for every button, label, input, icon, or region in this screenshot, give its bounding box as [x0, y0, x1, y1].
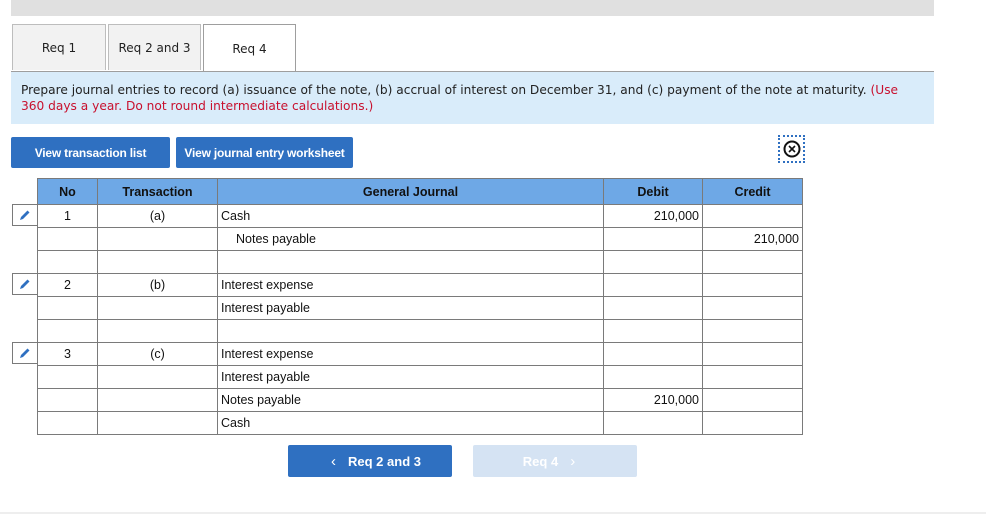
- table-row: [37, 250, 803, 274]
- header-no: No: [37, 178, 98, 205]
- table-row: Cash: [37, 411, 803, 435]
- cell-credit: [702, 365, 803, 389]
- chevron-right-icon: ›: [570, 452, 576, 470]
- table-row: Notes payable 210,000: [37, 227, 803, 251]
- cell-no: [37, 296, 98, 320]
- cell-credit: 210,000: [702, 227, 803, 251]
- cell-account: Cash: [217, 411, 604, 435]
- tab-req-2-and-3[interactable]: Req 2 and 3: [108, 24, 201, 70]
- cell-credit: [702, 273, 803, 297]
- prev-label: Req 2 and 3: [348, 453, 421, 469]
- cell-debit: [603, 273, 703, 297]
- edit-entry-2-button[interactable]: [12, 273, 37, 295]
- top-bar: [11, 0, 934, 16]
- table-row: 2 (b) Interest expense: [37, 273, 803, 297]
- next-label: Req 4: [522, 453, 559, 469]
- cell-account: Notes payable: [217, 388, 604, 412]
- tab-req-1[interactable]: Req 1: [12, 24, 106, 70]
- cell-debit: [603, 411, 703, 435]
- table-row: [37, 319, 803, 343]
- cell-no: [37, 319, 98, 343]
- pencil-icon: [20, 279, 30, 289]
- cell-debit: [603, 227, 703, 251]
- prev-requirement-button[interactable]: ‹ Req 2 and 3: [288, 445, 452, 477]
- cell-account: [217, 319, 604, 343]
- cell-credit: [702, 342, 803, 366]
- tab-req-4[interactable]: Req 4: [203, 24, 296, 72]
- cell-account: Notes payable: [217, 227, 604, 251]
- cell-no: [37, 227, 98, 251]
- cell-credit: [702, 204, 803, 228]
- cell-transaction: [97, 296, 218, 320]
- cell-account: [217, 250, 604, 274]
- table-row: Interest payable: [37, 296, 803, 320]
- pencil-icon: [20, 210, 30, 220]
- journal-table: No Transaction General Journal Debit Cre…: [37, 178, 803, 435]
- cell-account: Cash: [217, 204, 604, 228]
- view-journal-entry-worksheet-button[interactable]: View journal entry worksheet: [176, 137, 353, 168]
- table-header-row: No Transaction General Journal Debit Cre…: [37, 178, 803, 205]
- cell-no: [37, 388, 98, 412]
- view-transaction-list-button[interactable]: View transaction list: [11, 137, 170, 168]
- cell-account: Interest payable: [217, 365, 604, 389]
- cell-debit: 210,000: [603, 204, 703, 228]
- cell-transaction: [97, 365, 218, 389]
- pencil-icon: [20, 348, 30, 358]
- cell-credit: [702, 411, 803, 435]
- edit-entry-3-button[interactable]: [12, 342, 37, 364]
- edit-entry-1-button[interactable]: [12, 204, 37, 226]
- table-row: Notes payable 210,000: [37, 388, 803, 412]
- cell-transaction: [97, 319, 218, 343]
- chevron-left-icon: ‹: [331, 452, 337, 470]
- header-debit: Debit: [603, 178, 703, 205]
- header-transaction: Transaction: [97, 178, 218, 205]
- cell-debit: [603, 250, 703, 274]
- close-button[interactable]: [778, 135, 805, 163]
- cell-no: [37, 365, 98, 389]
- table-row: 3 (c) Interest expense: [37, 342, 803, 366]
- cell-debit: [603, 342, 703, 366]
- table-row: 1 (a) Cash 210,000: [37, 204, 803, 228]
- cell-transaction: [97, 250, 218, 274]
- cell-credit: [702, 319, 803, 343]
- footer-divider: [0, 512, 986, 514]
- next-requirement-button[interactable]: Req 4 ›: [473, 445, 637, 477]
- cell-no: 3: [37, 342, 98, 366]
- table-row: Interest payable: [37, 365, 803, 389]
- cell-transaction: [97, 411, 218, 435]
- cell-debit: [603, 319, 703, 343]
- cell-account: Interest expense: [217, 273, 604, 297]
- header-credit: Credit: [702, 178, 803, 205]
- tab-label: Req 1: [41, 40, 77, 55]
- cell-credit: [702, 388, 803, 412]
- cell-account: Interest payable: [217, 296, 604, 320]
- instructions-panel: Prepare journal entries to record (a) is…: [11, 71, 934, 124]
- cell-transaction: [97, 388, 218, 412]
- cell-transaction: (b): [97, 273, 218, 297]
- header-general-journal: General Journal: [217, 178, 604, 205]
- cell-credit: [702, 250, 803, 274]
- tab-label: Req 2 and 3: [118, 40, 191, 55]
- cell-credit: [702, 296, 803, 320]
- cell-debit: [603, 365, 703, 389]
- cell-debit: 210,000: [603, 388, 703, 412]
- cell-transaction: (a): [97, 204, 218, 228]
- cell-no: 1: [37, 204, 98, 228]
- cell-transaction: [97, 227, 218, 251]
- cell-no: 2: [37, 273, 98, 297]
- cell-no: [37, 411, 98, 435]
- tab-label: Req 4: [232, 41, 267, 56]
- cell-no: [37, 250, 98, 274]
- instructions-text: Prepare journal entries to record (a) is…: [21, 83, 867, 97]
- cell-debit: [603, 296, 703, 320]
- close-circle-icon: [783, 140, 800, 158]
- cell-account: Interest expense: [217, 342, 604, 366]
- cell-transaction: (c): [97, 342, 218, 366]
